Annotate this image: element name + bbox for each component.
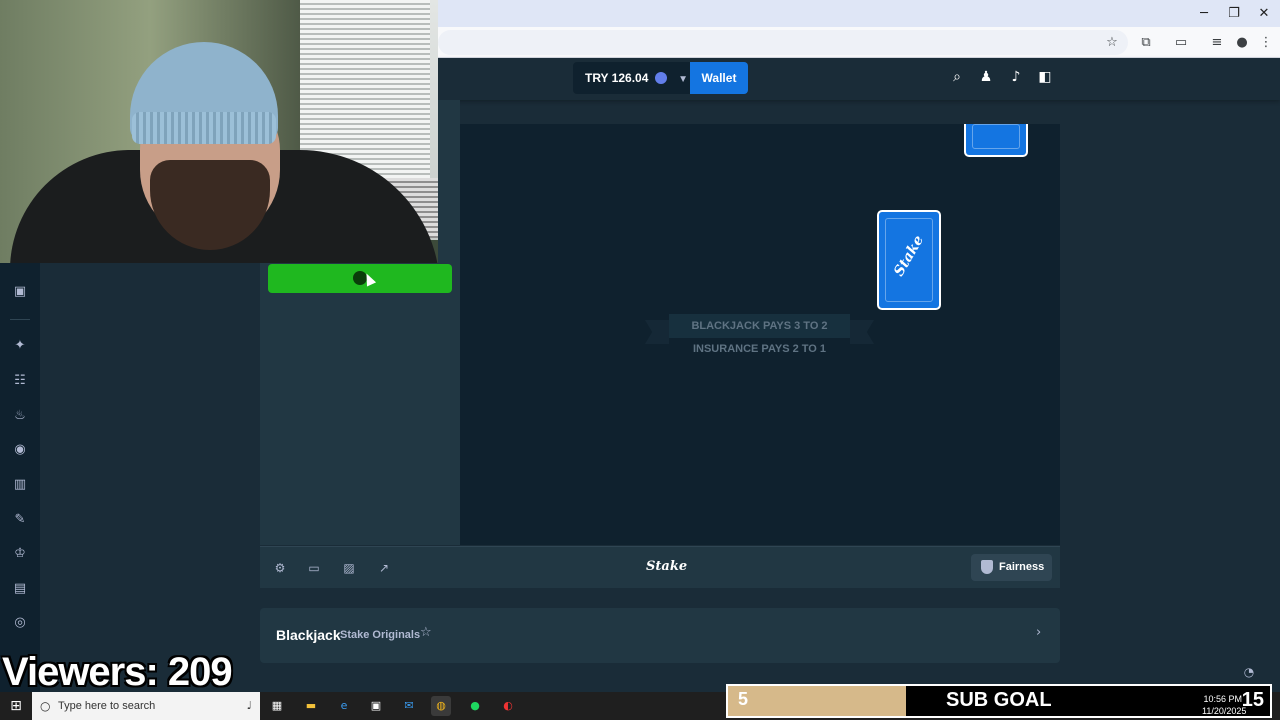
store-icon[interactable]: ▣ (366, 696, 386, 716)
edge-icon[interactable]: e (334, 696, 354, 716)
search-placeholder: Type here to search (58, 700, 156, 712)
gift-icon[interactable]: ▤ (10, 579, 30, 599)
bookmarks-icon[interactable]: ▣ (10, 282, 30, 302)
payout-rule-2: INSURANCE PAYS 2 TO 1 (692, 343, 827, 355)
nav-panel (40, 262, 260, 692)
fire-icon[interactable]: ♨ (10, 406, 30, 426)
shirt-icon[interactable]: ▥ (10, 475, 30, 495)
crown-icon[interactable]: ♔ (10, 544, 30, 564)
support-headset-icon[interactable]: ◔ (1240, 665, 1258, 683)
popout-icon[interactable]: ↗ (375, 559, 393, 577)
extensions-icon[interactable]: ⧉ (1136, 33, 1156, 53)
restore-button[interactable]: ❐ (1219, 4, 1249, 24)
game-footer: ⚙ ▭ ▨ ↗ Stake Fairness (260, 546, 1060, 588)
favorite-star-icon[interactable]: ☆ (420, 625, 432, 640)
settings-gear-icon[interactable]: ⚙ (271, 559, 289, 577)
shoe-card: Stake (877, 210, 941, 310)
sparkle-icon[interactable]: ✦ (10, 336, 30, 356)
rail-divider (10, 319, 30, 320)
game-provider: Stake Originals (340, 629, 421, 641)
play-button[interactable] (268, 264, 452, 293)
shield-check-icon (981, 560, 993, 574)
webcam-overlay (0, 0, 438, 263)
settings-ring-icon[interactable]: ◎ (10, 613, 30, 633)
fairness-button[interactable]: Fairness (971, 554, 1052, 581)
fairness-label: Fairness (999, 561, 1045, 573)
sub-goal-current: 5 (738, 689, 749, 709)
close-window-button[interactable]: ✕ (1249, 4, 1279, 24)
chevron-right-icon[interactable]: › (1036, 625, 1041, 640)
system-clock[interactable]: 10:56 PM 11/20/2025 (1202, 693, 1247, 717)
notification-bell-icon[interactable]: ♪ (1007, 68, 1025, 86)
user-icon[interactable]: ♟ (977, 68, 995, 86)
minimize-button[interactable]: ─ (1189, 4, 1219, 24)
address-bar[interactable] (438, 30, 1128, 55)
media-icon[interactable]: ≡ (1207, 33, 1227, 53)
balance-selector[interactable]: TRY 126.04 ▼ (573, 62, 690, 94)
game-info-bar[interactable]: Blackjack Stake Originals ☆ › (260, 608, 1060, 663)
chip-icon[interactable]: ◉ (10, 440, 30, 460)
bookmark-star-icon[interactable]: ☆ (1102, 33, 1122, 53)
task-view-icon[interactable]: ▦ (267, 696, 287, 716)
menu-kebab-icon[interactable]: ⋮ (1256, 33, 1276, 53)
sub-goal-label: SUB GOAL (946, 689, 1052, 711)
windows-start-icon[interactable]: ⊞ (0, 692, 32, 720)
pen-icon[interactable]: ✎ (10, 510, 30, 530)
viewer-count: Viewers: 209 (2, 650, 233, 694)
microphone-icon[interactable]: ♩ (247, 692, 252, 720)
mail-icon[interactable]: ✉ (399, 696, 419, 716)
search-icon: ○ (40, 699, 51, 713)
card-inner-border (972, 124, 1020, 149)
sub-goal-progress (728, 686, 906, 716)
obs-icon[interactable]: ◐ (498, 696, 518, 716)
clock-time: 10:56 PM (1203, 694, 1242, 704)
clock-date: 11/20/2025 (1202, 706, 1247, 716)
spotify-icon[interactable]: ● (465, 696, 485, 716)
profile-icon[interactable]: ● (1232, 33, 1252, 53)
chevron-down-icon: ▼ (678, 74, 688, 85)
theatre-mode-icon[interactable]: ▭ (305, 559, 323, 577)
tag-icon[interactable]: ☷ (10, 371, 30, 391)
eth-coin-icon (654, 72, 667, 84)
stake-logo: Stake (646, 559, 688, 574)
search-icon[interactable]: ⌕ (948, 68, 966, 86)
sub-goal-overlay: 5 SUB GOAL 15 (726, 684, 1272, 718)
chrome-icon[interactable]: ◍ (431, 696, 451, 716)
payout-rule-1: BLACKJACK PAYS 3 TO 2 (669, 314, 850, 338)
sidebar-toggle-icon[interactable]: ◧ (1036, 68, 1054, 86)
file-explorer-icon[interactable]: ▬ (301, 696, 321, 716)
webcam-beanie-band (132, 112, 276, 144)
left-rail: ▣ ✦ ☷ ♨ ◉ ▥ ✎ ♔ ▤ ◎ (0, 262, 40, 692)
cast-icon[interactable]: ▭ (1171, 33, 1191, 53)
wallet-button[interactable]: Wallet (690, 62, 748, 94)
game-title: Blackjack (276, 627, 341, 643)
live-stats-icon[interactable]: ▨ (340, 559, 358, 577)
taskbar-search[interactable]: ○ Type here to search ♩ (32, 692, 260, 720)
balance-text: TRY 126.04 (585, 71, 649, 85)
dealer-card (964, 124, 1028, 157)
